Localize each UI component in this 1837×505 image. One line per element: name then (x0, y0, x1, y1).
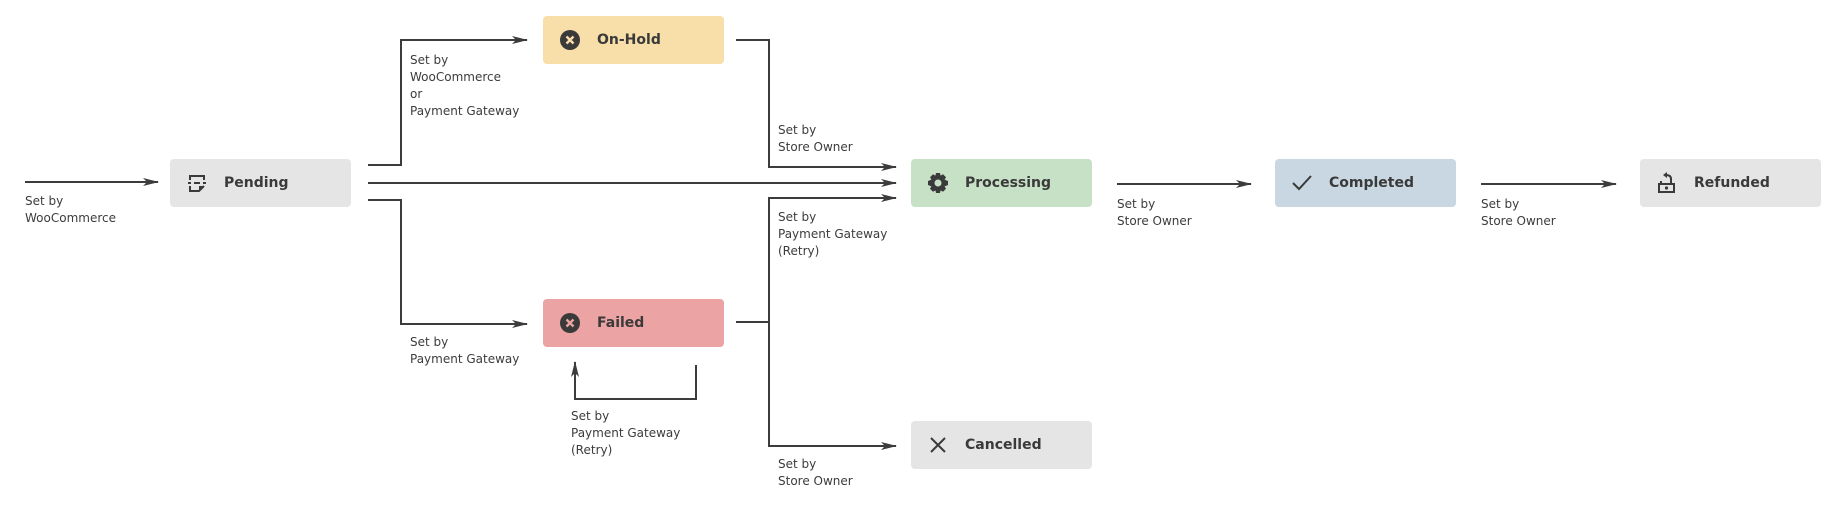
caption-line: Set by (778, 210, 817, 224)
x-icon (927, 434, 949, 456)
status-label: Processing (965, 175, 1052, 191)
caption-pending-to-on-hold: Set by WooCommerce or Payment Gateway (410, 52, 519, 120)
status-label: Refunded (1694, 175, 1770, 191)
edge-failed-retry-loop (571, 361, 697, 400)
caption-failed-retry-loop: Set by Payment Gateway (Retry) (571, 408, 680, 459)
caption-completed-to-refunded: Set by Store Owner (1481, 196, 1556, 230)
edge-failed-to-cancelled (768, 322, 897, 450)
caption-line: (Retry) (778, 244, 820, 258)
caption-on-hold-to-processing: Set by Store Owner (778, 122, 853, 156)
status-node-processing: Processing (911, 159, 1092, 207)
caption-line: Set by (1481, 197, 1520, 211)
status-node-on-hold: On-Hold (543, 16, 724, 64)
caption-line: Payment Gateway (410, 352, 520, 366)
order-status-diagram: Pending On-Hold Processing Completed Ref… (0, 0, 1837, 505)
caption-line: Set by (410, 335, 449, 349)
gear-icon (927, 172, 949, 194)
caption-line: Payment Gateway (410, 104, 520, 118)
caption-line: Store Owner (1117, 214, 1192, 228)
caption-line: Payment Gateway (778, 227, 888, 241)
caption-line: Store Owner (778, 140, 853, 154)
caption-line: Set by (778, 457, 817, 471)
caption-line: WooCommerce (410, 70, 501, 84)
pending-icon (186, 172, 208, 194)
status-label: Failed (597, 315, 645, 331)
caption-line: Store Owner (1481, 214, 1556, 228)
caption-line: or (410, 87, 423, 101)
status-node-cancelled: Cancelled (911, 421, 1092, 469)
edge-pending-to-failed (368, 199, 528, 328)
checkmark-icon (1291, 172, 1313, 194)
status-node-completed: Completed (1275, 159, 1456, 207)
caption-start-to-pending: Set by WooCommerce (25, 193, 116, 227)
caption-line: (Retry) (571, 443, 613, 457)
caption-processing-to-completed: Set by Store Owner (1117, 196, 1192, 230)
caption-line: Set by (778, 123, 817, 137)
caption-line: Set by (571, 409, 610, 423)
caption-line: Set by (1117, 197, 1156, 211)
caption-line: Set by (25, 194, 64, 208)
refund-icon (1656, 172, 1678, 194)
caption-line: Store Owner (778, 474, 853, 488)
caption-failed-to-cancelled: Set by Store Owner (778, 456, 853, 490)
caption-line: Set by (410, 53, 449, 67)
status-label: Pending (224, 175, 289, 191)
status-node-refunded: Refunded (1640, 159, 1821, 207)
status-node-pending: Pending (170, 159, 351, 207)
status-node-failed: Failed (543, 299, 724, 347)
x-circle-icon (559, 29, 581, 51)
status-label: Completed (1329, 175, 1415, 191)
caption-failed-to-processing: Set by Payment Gateway (Retry) (778, 209, 887, 260)
caption-pending-to-failed: Set by Payment Gateway (410, 334, 519, 368)
status-label: On-Hold (597, 32, 661, 48)
status-label: Cancelled (965, 437, 1042, 453)
x-circle-icon (559, 312, 581, 334)
caption-line: Payment Gateway (571, 426, 681, 440)
caption-line: WooCommerce (25, 211, 116, 225)
